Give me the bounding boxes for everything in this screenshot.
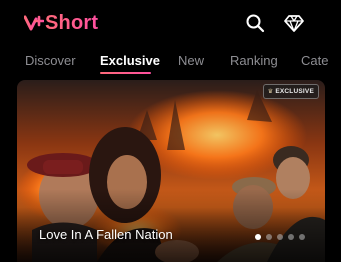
tab-discover[interactable]: Discover [25,53,76,69]
logo-text: Short [45,12,99,34]
crown-icon: ♛ [267,89,274,95]
carousel-dot[interactable] [266,234,272,240]
vip-button[interactable] [283,12,305,34]
badge-label: EXCLUSIVE [275,88,314,95]
carousel-indicator [255,234,305,240]
carousel-dot[interactable] [255,234,261,240]
featured-banner[interactable]: ♛ EXCLUSIVE Love In A Fallen Nation [17,80,325,262]
carousel-dot[interactable] [299,234,305,240]
tab-ranking[interactable]: Ranking [230,53,278,69]
search-icon [246,14,265,33]
tab-new[interactable]: New [178,53,204,69]
tab-exclusive[interactable]: Exclusive [100,53,160,69]
app-screen: Short Discover Exclusive New Ranking Cat… [0,0,341,262]
app-logo[interactable]: Short [24,10,98,36]
top-header: Short [0,0,341,46]
v-plus-logo-icon [24,15,44,31]
diamond-icon [284,15,304,32]
carousel-dot[interactable] [277,234,283,240]
banner-title[interactable]: Love In A Fallen Nation [39,227,173,242]
exclusive-badge: ♛ EXCLUSIVE [262,84,319,99]
tab-categories[interactable]: Cate [301,53,328,69]
active-tab-indicator [100,72,151,74]
carousel-dot[interactable] [288,234,294,240]
search-button[interactable] [244,12,266,34]
category-tabs: Discover Exclusive New Ranking Cate [0,48,341,78]
